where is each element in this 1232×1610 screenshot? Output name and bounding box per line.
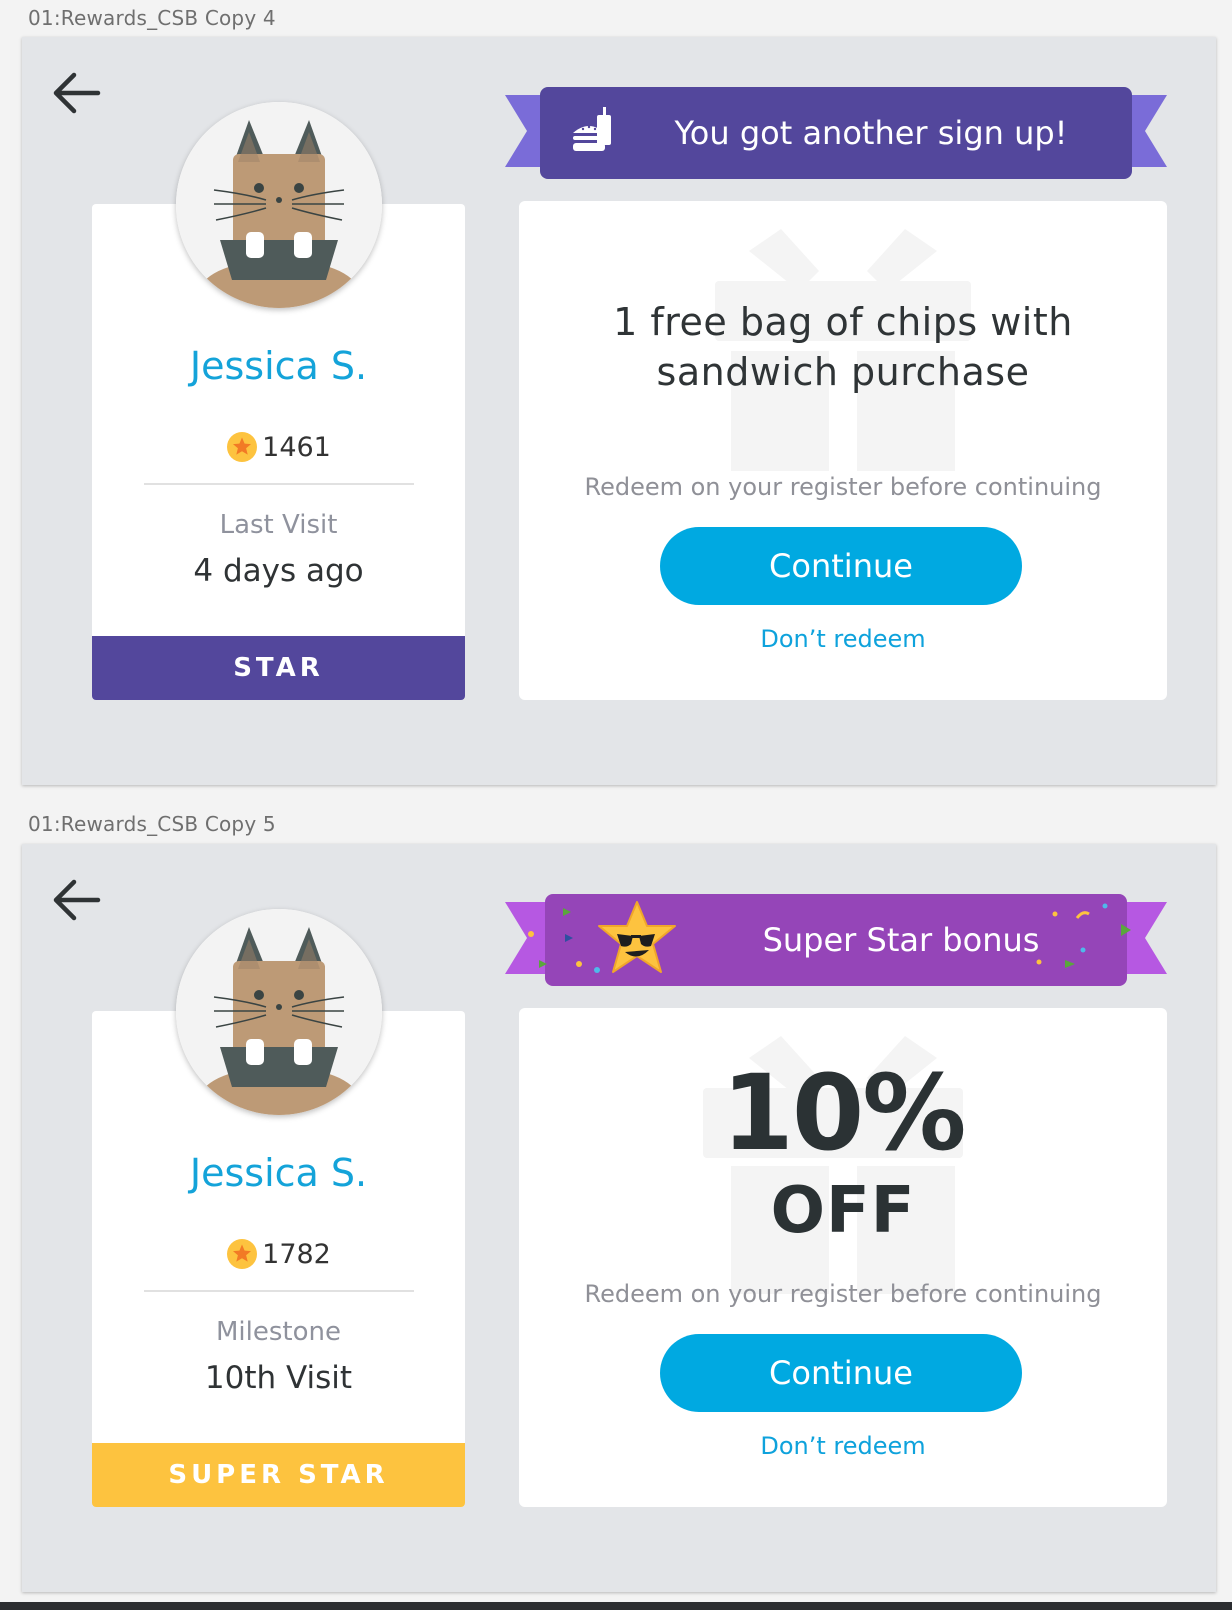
superstar-banner-content: Super Star bonus [505, 894, 1167, 986]
artboard-label: 01:Rewards_CSB Copy 4 [28, 6, 276, 30]
cat-avatar-icon [176, 909, 382, 1115]
dont-redeem-link[interactable]: Don’t redeem [519, 1432, 1167, 1460]
points-value: 1782 [262, 1238, 331, 1270]
back-arrow-icon[interactable] [48, 65, 104, 121]
customer-name: Jessica S. [189, 1151, 368, 1195]
artboard-label: 01:Rewards_CSB Copy 5 [28, 812, 276, 836]
customer-name: Jessica S. [189, 344, 368, 388]
milestone-label: Milestone [216, 1317, 341, 1347]
discount-amount: 10% [721, 1052, 967, 1174]
reward-card: 10% OFF Redeem on your register before c… [519, 1008, 1167, 1507]
banner-title: You got another sign up! [674, 114, 1068, 152]
back-arrow-icon[interactable] [48, 872, 104, 928]
dont-redeem-link[interactable]: Don’t redeem [519, 625, 1167, 653]
star-coin-icon [227, 432, 258, 462]
continue-button[interactable]: Continue [660, 527, 1022, 605]
avatar [176, 909, 382, 1115]
continue-button[interactable]: Continue [660, 1334, 1022, 1412]
divider [144, 483, 414, 485]
discount-off-label: OFF [770, 1174, 916, 1248]
reward-title: 1 free bag of chips with sandwich purcha… [613, 300, 1073, 394]
rewards-screen-signup: Jessica S. 1461 Last Visit 4 days ago ST… [22, 37, 1216, 785]
signup-banner-content: You got another sign up! [505, 87, 1167, 179]
avatar [176, 102, 382, 308]
tier-badge: SUPER STAR [92, 1443, 465, 1507]
last-visit-value: 4 days ago [193, 553, 364, 589]
milestone-value: 10th Visit [204, 1360, 353, 1396]
divider [144, 1290, 414, 1292]
cat-avatar-icon [176, 102, 382, 308]
redeem-instruction: Redeem on your register before continuin… [584, 1280, 1102, 1308]
banner-title: Super Star bonus [762, 921, 1040, 959]
star-coin-icon [227, 1239, 258, 1269]
redeem-instruction: Redeem on your register before continuin… [584, 473, 1102, 501]
points-balance: 1782 [92, 1238, 465, 1270]
reward-card: 1 free bag of chips with sandwich purcha… [519, 201, 1167, 700]
points-balance: 1461 [92, 431, 465, 463]
rewards-screen-superstar: Jessica S. 1782 Milestone 10th Visit SUP… [22, 844, 1216, 1592]
tier-badge: STAR [92, 636, 465, 700]
window-bottom-edge [0, 1602, 1232, 1610]
last-visit-label: Last Visit [219, 510, 338, 540]
points-value: 1461 [262, 431, 331, 463]
